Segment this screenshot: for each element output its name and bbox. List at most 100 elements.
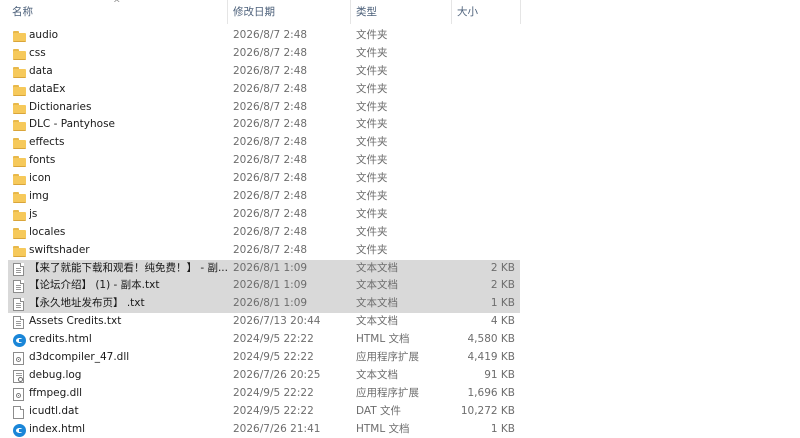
file-name[interactable]: ffmpeg.dll xyxy=(29,385,227,403)
file-type: 文本文档 xyxy=(356,279,398,292)
file-size: 1 KB xyxy=(490,422,515,435)
file-row[interactable]: 【论坛介绍】 (1) - 副本.txt 2026/8/1 1:09 文本文档 2 KB xyxy=(0,277,800,296)
file-name[interactable]: audio xyxy=(29,27,227,45)
file-name[interactable]: 【来了就能下载和观看！纯免费！】 - 副... xyxy=(29,260,227,278)
file-row[interactable]: Assets Credits.txt 2026/7/13 20:44 文本文档 4 K… xyxy=(0,313,800,331)
file-name[interactable]: dataEx xyxy=(29,81,227,99)
file-size xyxy=(455,27,515,45)
file-size xyxy=(455,45,515,63)
column-header-size[interactable]: 大小 xyxy=(457,0,517,24)
file-name[interactable]: img xyxy=(29,188,227,206)
file-modified-date: 2026/8/7 2:48 xyxy=(233,29,308,41)
file-row[interactable]: css 2026/8/7 2:48 文件夹 xyxy=(0,45,800,63)
file-modified-date: 2026/8/1 1:09 xyxy=(233,297,308,310)
file-row[interactable]: 【来了就能下载和观看！纯免费！】 - 副... 2026/8/1 1:09 文本文档… xyxy=(0,259,800,278)
file-row[interactable]: ffmpeg.dll 2024/9/5 22:22 应用程序扩展 1,696 KB xyxy=(0,385,800,403)
file-row[interactable]: Dictionaries 2026/8/7 2:48 文件夹 xyxy=(0,99,800,117)
file-name[interactable]: swiftshader xyxy=(29,242,227,260)
file-icon-cell xyxy=(13,224,27,242)
file-name[interactable]: js xyxy=(29,206,227,224)
file-size: 2 KB xyxy=(490,279,515,292)
file-icon-cell xyxy=(13,99,27,117)
column-header-name[interactable]: 名称 xyxy=(12,0,222,24)
file-row[interactable]: icudtl.dat 2024/9/5 22:22 DAT 文件 10,272 KB xyxy=(0,403,800,421)
file-icon-cell xyxy=(13,367,27,385)
file-name[interactable]: index.html xyxy=(29,421,227,438)
file-type: 文本文档 xyxy=(356,368,398,381)
file-modified-date: 2026/7/13 20:44 xyxy=(233,315,321,328)
file-row[interactable]: effects 2026/8/7 2:48 文件夹 xyxy=(0,134,800,152)
file-icon-cell xyxy=(13,385,27,403)
file-row[interactable]: swiftshader 2026/8/7 2:48 文件夹 xyxy=(0,242,800,260)
file-type: 文件夹 xyxy=(356,190,388,203)
file-row[interactable]: dataEx 2026/8/7 2:48 文件夹 xyxy=(0,81,800,99)
file-type: 文件夹 xyxy=(356,118,388,131)
file-type: 文本文档 xyxy=(356,261,398,274)
folder-icon xyxy=(13,84,26,96)
folder-icon xyxy=(13,174,26,186)
file-name[interactable]: Dictionaries xyxy=(29,99,227,117)
column-divider[interactable] xyxy=(451,0,452,24)
text-document-icon xyxy=(13,280,24,294)
file-modified-date: 2024/9/5 22:22 xyxy=(233,404,314,417)
file-modified-date: 2026/8/7 2:48 xyxy=(233,190,308,203)
file-size: 4,419 KB xyxy=(467,351,516,364)
file-modified-date: 2026/8/7 2:48 xyxy=(233,225,308,238)
file-icon-cell xyxy=(13,45,27,63)
file-row[interactable]: debug.log 2026/7/26 20:25 文本文档 91 KB xyxy=(0,367,800,385)
file-row[interactable]: img 2026/8/7 2:48 文件夹 xyxy=(0,188,800,206)
file-name[interactable]: icon xyxy=(29,170,227,188)
file-type: DAT 文件 xyxy=(356,404,402,417)
column-header-type[interactable]: 类型 xyxy=(356,0,446,24)
file-type: 文件夹 xyxy=(356,82,388,95)
file-name[interactable]: fonts xyxy=(29,152,227,170)
file-row[interactable]: index.html 2026/7/26 21:41 HTML 文档 1 KB xyxy=(0,421,800,438)
file-name[interactable]: DLC - Pantyhose xyxy=(29,116,227,134)
file-name[interactable]: css xyxy=(29,45,227,63)
file-row[interactable]: js 2026/8/7 2:48 文件夹 xyxy=(0,206,800,224)
file-icon-cell xyxy=(13,421,27,438)
file-name[interactable]: locales xyxy=(29,224,227,242)
file-modified-date: 2024/9/5 22:22 xyxy=(233,351,314,364)
file-icon-cell xyxy=(13,152,27,170)
file-type: 文件夹 xyxy=(356,46,388,59)
file-list: audio 2026/8/7 2:48 文件夹 css 2026/8/7 2:48 文件夹… xyxy=(0,27,800,438)
folder-icon xyxy=(13,156,26,168)
file-name[interactable]: 【永久地址发布页】 .txt xyxy=(29,295,227,313)
file-row[interactable]: data 2026/8/7 2:48 文件夹 xyxy=(0,63,800,81)
file-row[interactable]: audio 2026/8/7 2:48 文件夹 xyxy=(0,27,800,45)
file-type: 文本文档 xyxy=(356,315,398,328)
file-modified-date: 2026/8/7 2:48 xyxy=(233,82,308,95)
file-row[interactable]: fonts 2026/8/7 2:48 文件夹 xyxy=(0,152,800,170)
file-row[interactable]: credits.html 2024/9/5 22:22 HTML 文档 4,580 K… xyxy=(0,331,800,349)
file-type: 文件夹 xyxy=(356,243,388,256)
file-icon-cell xyxy=(13,116,27,134)
file-row[interactable]: locales 2026/8/7 2:48 文件夹 xyxy=(0,224,800,242)
file-name[interactable]: 【论坛介绍】 (1) - 副本.txt xyxy=(29,277,227,295)
file-icon-cell xyxy=(13,349,27,367)
column-divider[interactable] xyxy=(350,0,351,24)
file-name[interactable]: Assets Credits.txt xyxy=(29,313,227,331)
column-divider[interactable] xyxy=(227,0,228,24)
file-name[interactable]: effects xyxy=(29,134,227,152)
file-size: 10,272 KB xyxy=(460,404,515,417)
file-modified-date: 2026/8/7 2:48 xyxy=(233,46,308,59)
file-row[interactable]: 【永久地址发布页】 .txt 2026/8/1 1:09 文本文档 1 KB xyxy=(0,295,800,314)
file-size: 4,580 KB xyxy=(467,333,516,346)
file-row[interactable]: d3dcompiler_47.dll 2024/9/5 22:22 应用程序扩展 4,… xyxy=(0,349,800,367)
file-type: HTML 文档 xyxy=(356,422,410,435)
file-icon-cell xyxy=(13,206,27,224)
file-name[interactable]: credits.html xyxy=(29,331,227,349)
file-name[interactable]: data xyxy=(29,63,227,81)
dll-icon xyxy=(13,352,24,366)
file-name[interactable]: debug.log xyxy=(29,367,227,385)
file-row[interactable]: icon 2026/8/7 2:48 文件夹 xyxy=(0,170,800,188)
file-size xyxy=(455,99,515,117)
column-header-date[interactable]: 修改日期 xyxy=(233,0,343,24)
file-row[interactable]: DLC - Pantyhose 2026/8/7 2:48 文件夹 xyxy=(0,116,800,134)
file-type: 文件夹 xyxy=(356,172,388,185)
file-name[interactable]: d3dcompiler_47.dll xyxy=(29,349,227,367)
file-name[interactable]: icudtl.dat xyxy=(29,403,227,421)
column-divider[interactable] xyxy=(520,0,521,24)
folder-icon xyxy=(13,120,26,132)
